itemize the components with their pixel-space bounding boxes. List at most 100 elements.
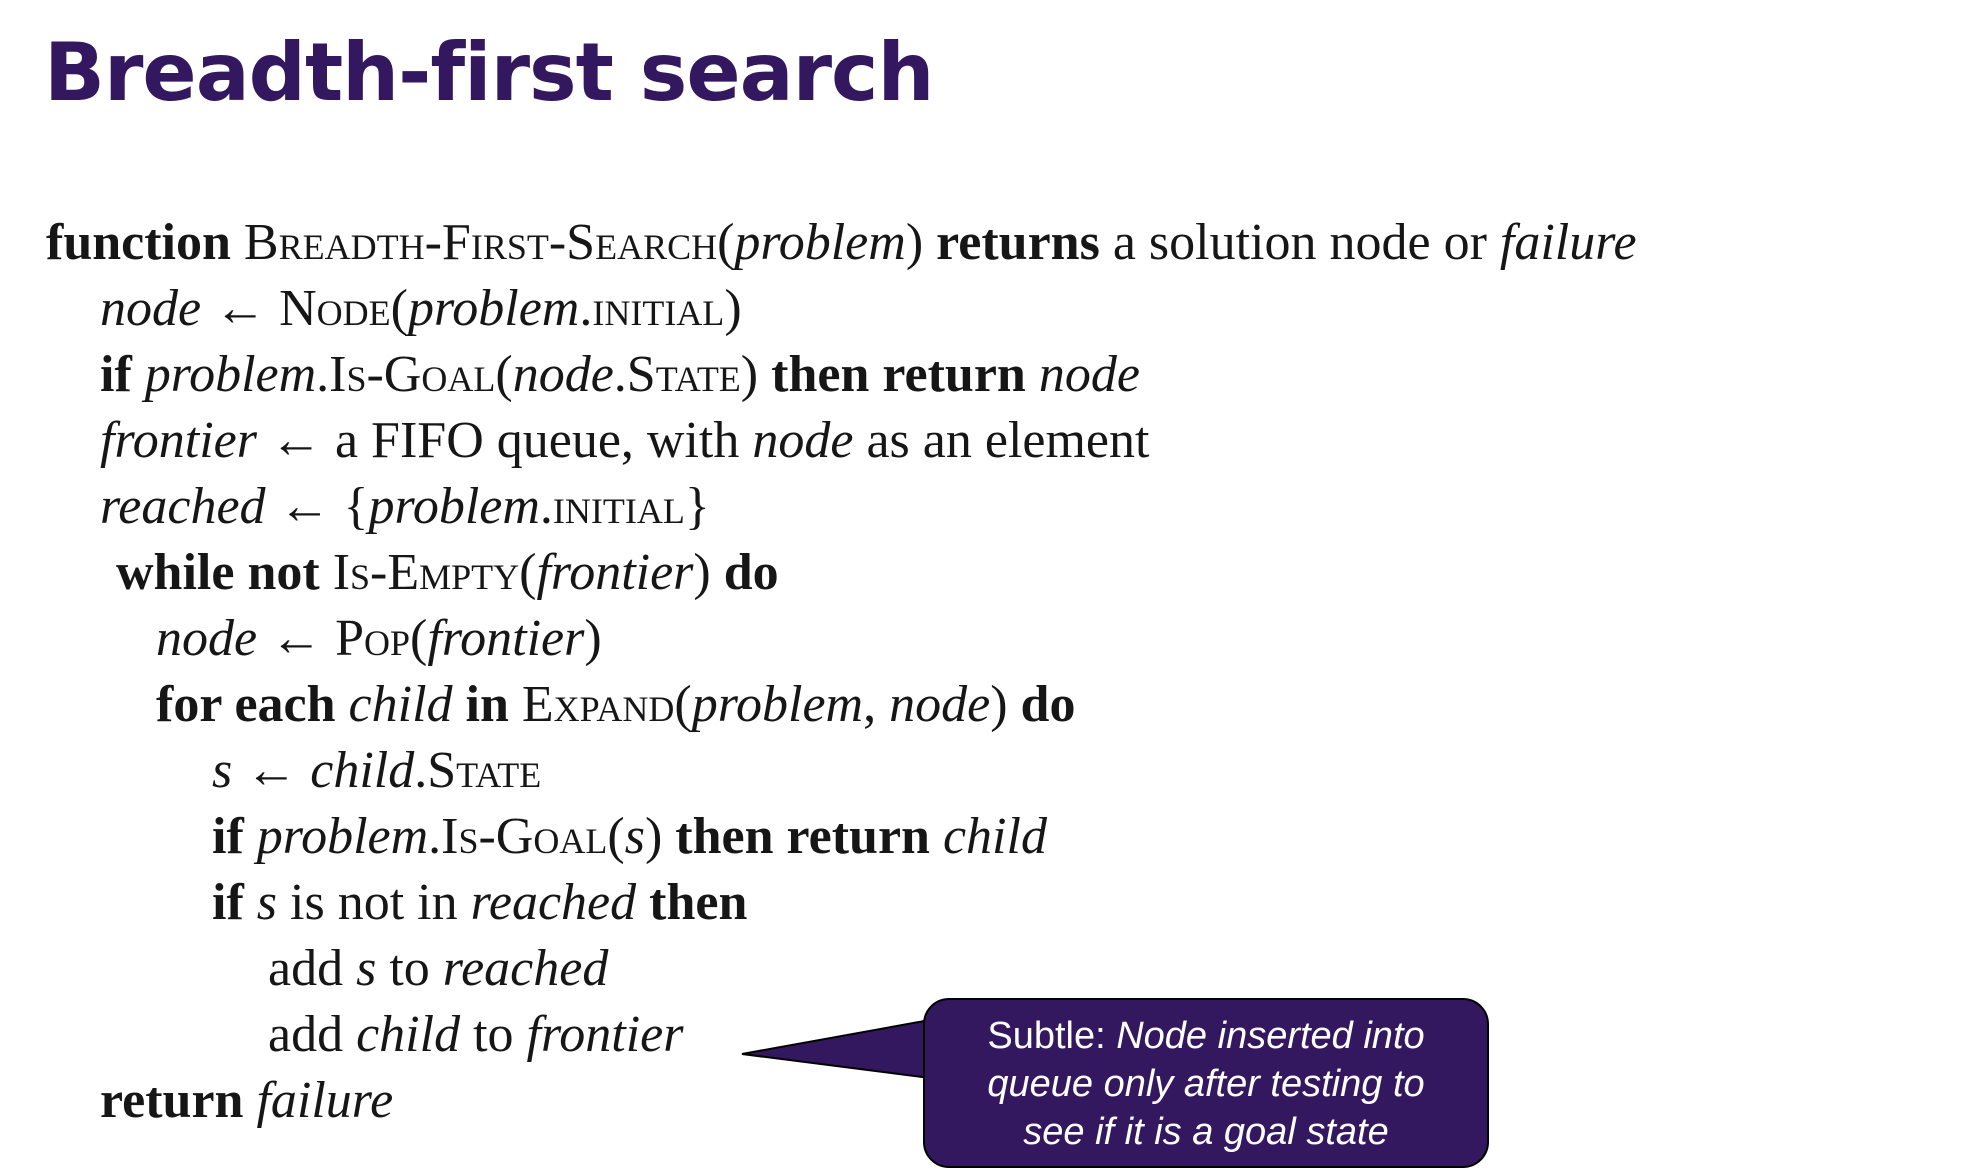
- code-token: .: [414, 742, 428, 799]
- code-token: }: [684, 478, 710, 535]
- code-line-child-state: s ← child.State: [212, 738, 541, 804]
- code-token: frontier: [100, 412, 257, 469]
- code-token: Breadth-First-Search: [243, 214, 718, 271]
- code-token: frontier: [536, 544, 694, 601]
- code-token: reached: [470, 874, 637, 931]
- code-line-add-reached: add s to reached: [268, 936, 608, 1002]
- code-token: ←: [201, 280, 280, 337]
- callout-note: Subtle: Node inserted into queue only af…: [923, 998, 1489, 1168]
- code-token: (: [717, 214, 735, 271]
- code-token: reached: [100, 478, 266, 535]
- code-token: if: [212, 808, 244, 865]
- code-token: (: [410, 610, 428, 667]
- callout-line-2: queue only after testing to: [987, 1063, 1425, 1105]
- code-token: in: [465, 676, 509, 733]
- code-line-initial-goal-test: if problem.Is-Goal(node.State) then retu…: [100, 342, 1140, 408]
- code-token: add: [268, 1006, 357, 1063]
- code-token: ): [724, 280, 742, 337]
- code-line-return-failure: return failure: [100, 1068, 393, 1134]
- code-token: then return: [771, 346, 1026, 403]
- code-token: then return: [675, 808, 930, 865]
- code-token: (: [519, 544, 537, 601]
- code-line-while-loop: while not Is-Empty(frontier) do: [116, 540, 779, 606]
- code-token: failure: [1499, 214, 1637, 271]
- code-token: ): [584, 610, 602, 667]
- code-token: s: [356, 940, 377, 997]
- code-token: do: [723, 544, 779, 601]
- code-token: Node: [279, 280, 391, 337]
- code-token: to: [460, 1006, 527, 1063]
- code-token: .: [316, 346, 330, 403]
- code-token: as an element: [853, 412, 1150, 469]
- code-token: ): [990, 676, 1021, 733]
- code-line-add-frontier: add child to frontier: [268, 1002, 684, 1068]
- code-token: .: [428, 808, 442, 865]
- code-token: (: [607, 808, 625, 865]
- code-token: problem: [407, 280, 580, 337]
- code-line-for-each-child: for each child in Expand(problem, node) …: [156, 672, 1075, 738]
- code-token: problem: [368, 478, 540, 535]
- code-token: if: [100, 346, 132, 403]
- code-token: (: [674, 676, 692, 733]
- code-line-pop: node ← Pop(frontier): [156, 606, 602, 672]
- code-token: problem: [691, 676, 864, 733]
- code-token: child: [356, 1006, 461, 1063]
- code-token: then: [649, 874, 748, 931]
- code-token: problem: [144, 346, 317, 403]
- code-line-node-init: node ← Node(problem.initial): [100, 276, 742, 342]
- code-token: s: [624, 808, 645, 865]
- code-token: initial: [552, 478, 685, 535]
- code-token: child: [348, 676, 453, 733]
- callout-line-3: see if it is a goal state: [1023, 1111, 1389, 1153]
- code-token: a solution node or: [1099, 214, 1500, 271]
- code-line-frontier-init: frontier ← a FIFO queue, with node as an…: [100, 408, 1149, 474]
- code-line-function-header: function Breadth-First-Search(problem) r…: [46, 210, 1637, 276]
- code-token: Is-Goal: [329, 346, 496, 403]
- code-token: return: [100, 1072, 244, 1129]
- code-token: failure: [256, 1072, 394, 1129]
- code-token: for each: [156, 676, 336, 733]
- code-token: do: [1020, 676, 1076, 733]
- code-token: child: [942, 808, 1047, 865]
- code-token: (: [495, 346, 513, 403]
- code-token: .: [613, 346, 627, 403]
- code-token: if: [212, 874, 244, 931]
- code-token: node: [889, 676, 991, 733]
- code-token: Expand: [521, 676, 675, 733]
- callout-prefix: Subtle:: [987, 1015, 1117, 1057]
- code-token: (: [390, 280, 408, 337]
- code-token: frontier: [427, 610, 585, 667]
- code-token: node: [1038, 346, 1140, 403]
- code-token: s: [212, 742, 233, 799]
- code-token: s: [256, 874, 278, 931]
- code-token: node: [100, 280, 202, 337]
- code-token: ←: [257, 610, 336, 667]
- code-token: ): [905, 214, 937, 271]
- callout-line-1-text: Node inserted into: [1116, 1015, 1425, 1057]
- code-token: returns: [936, 214, 1100, 271]
- code-token: problem: [734, 214, 906, 271]
- code-token: ←: [232, 742, 311, 799]
- code-token: ← {: [265, 478, 369, 535]
- code-token: State: [626, 346, 741, 403]
- code-line-reached-check: if s is not in reached then: [212, 870, 747, 936]
- code-token: node: [752, 412, 854, 469]
- code-line-reached-init: reached ← {problem.initial}: [100, 474, 710, 540]
- callout-line-1: Subtle: Node inserted into: [925, 1012, 1487, 1060]
- code-line-goal-test: if problem.Is-Goal(s) then return child: [212, 804, 1047, 870]
- code-token: child: [310, 742, 415, 799]
- code-token: State: [427, 742, 542, 799]
- code-token: Is-Empty: [332, 544, 520, 601]
- code-token: node: [512, 346, 614, 403]
